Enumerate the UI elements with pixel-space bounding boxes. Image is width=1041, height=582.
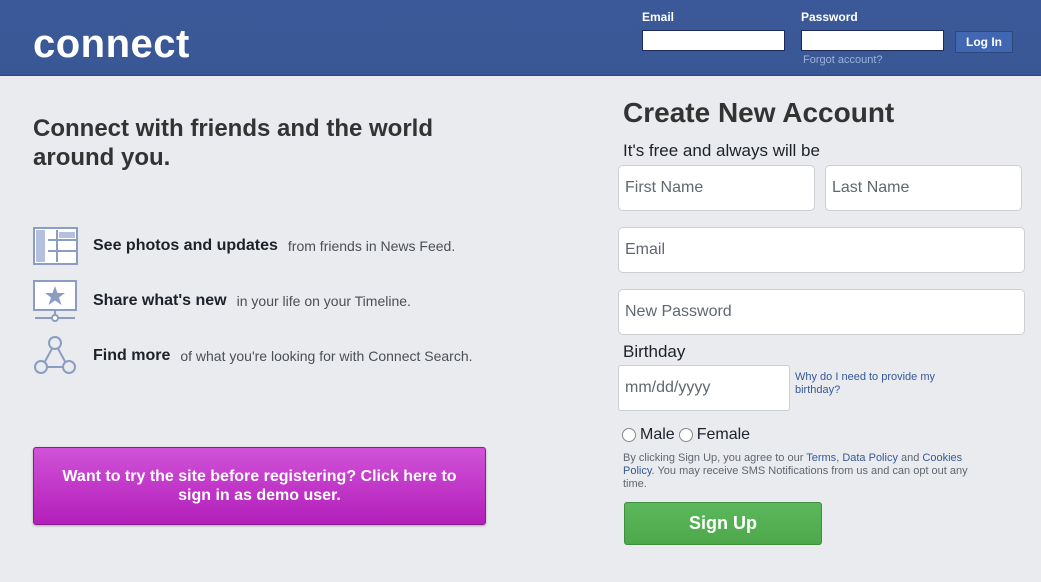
last-name-input[interactable]	[825, 165, 1022, 211]
feature-title: See photos and updates	[93, 237, 278, 254]
female-radio[interactable]	[678, 428, 693, 442]
login-email-label: Email	[642, 10, 675, 24]
terms-prefix: By clicking Sign Up, you agree to our	[623, 452, 807, 464]
top-bar: connect Email Password Log In Forgot acc…	[0, 0, 1041, 76]
feature-timeline: Share what's new in your life on your Ti…	[33, 280, 411, 322]
page-tagline: Connect with friends and the world aroun…	[33, 115, 434, 171]
feature-title: Find more	[93, 347, 171, 364]
feature-description: from friends in News Feed.	[287, 238, 456, 254]
gender-selector: Male Female	[622, 426, 754, 444]
create-account-title: Create New Account	[623, 97, 895, 128]
terms-link[interactable]: Terms	[806, 452, 836, 464]
feature-description: of what you're looking for with Connect …	[180, 348, 473, 364]
login-password-label: Password	[801, 10, 858, 24]
timeline-icon	[33, 280, 79, 322]
email-input[interactable]	[618, 227, 1025, 273]
site-logo[interactable]: connect	[33, 20, 190, 68]
terms-text: By clicking Sign Up, you agree to our Te…	[623, 452, 983, 491]
login-password-input[interactable]	[801, 30, 944, 51]
forgot-account-link[interactable]: Forgot account?	[803, 54, 883, 66]
feature-title: Share what's new	[93, 292, 227, 309]
terms-suffix: . You may receive SMS Notifications from…	[623, 465, 968, 490]
sign-up-button[interactable]: Sign Up	[624, 502, 822, 545]
birthday-label: Birthday	[623, 342, 686, 361]
birthday-help-link[interactable]: Why do I need to provide my birthday?	[795, 371, 955, 397]
feature-description: in your life on your Timeline.	[236, 293, 411, 309]
data-policy-link[interactable]: Data Policy	[842, 452, 898, 464]
first-name-input[interactable]	[618, 165, 815, 211]
login-button[interactable]: Log In	[955, 31, 1013, 53]
terms-and: and	[897, 452, 923, 464]
feature-search: Find more of what you're looking for wit…	[33, 336, 473, 376]
birthday-input[interactable]	[618, 365, 790, 411]
news-feed-icon	[33, 225, 79, 267]
login-email-input[interactable]	[642, 30, 785, 51]
male-radio[interactable]	[622, 428, 636, 442]
create-account-subtitle: It's free and always will be	[623, 141, 820, 160]
female-label[interactable]: Female	[697, 426, 750, 444]
male-label[interactable]: Male	[640, 426, 675, 444]
feature-news-feed: See photos and updates from friends in N…	[33, 226, 455, 266]
search-graph-icon	[33, 335, 79, 377]
demo-user-button[interactable]: Want to try the site before registering?…	[33, 447, 486, 525]
new-password-input[interactable]	[618, 289, 1025, 335]
